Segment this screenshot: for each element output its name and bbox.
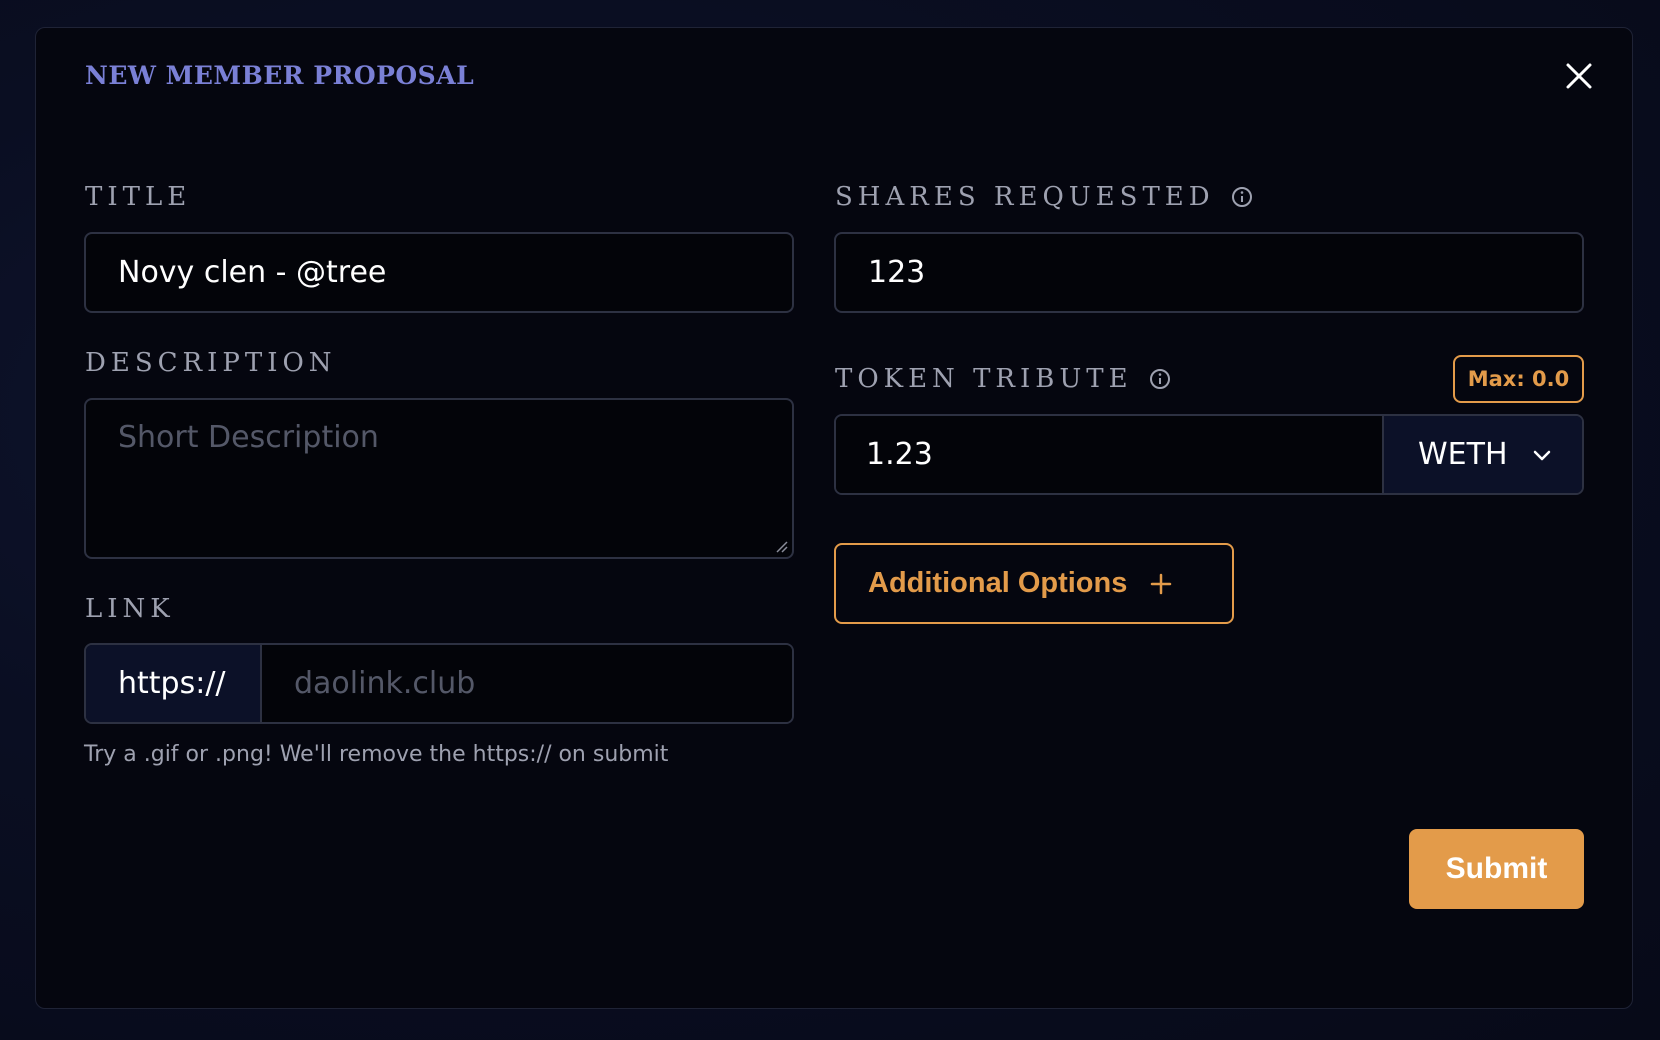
info-icon[interactable] — [1149, 368, 1171, 390]
shares-requested-input[interactable]: 123 — [834, 232, 1584, 313]
link-helper-text: Try a .gif or .png! We'll remove the htt… — [84, 742, 669, 767]
info-icon[interactable] — [1231, 186, 1253, 208]
title-label-text: TITLE — [85, 182, 192, 212]
token-tribute-value: 1.23 — [866, 437, 933, 472]
link-label: LINK — [85, 594, 175, 624]
description-label-text: DESCRIPTION — [85, 348, 337, 378]
token-select-value: WETH — [1418, 437, 1508, 472]
shares-requested-label: SHARES REQUESTED — [835, 182, 1253, 212]
shares-requested-value: 123 — [868, 255, 926, 290]
close-button[interactable] — [1562, 59, 1596, 93]
link-label-text: LINK — [85, 594, 175, 624]
title-input-value: Novy clen - @tree — [118, 255, 387, 290]
description-label: DESCRIPTION — [85, 348, 337, 378]
link-prefix: https:// — [86, 645, 262, 722]
plus-icon — [1149, 572, 1173, 596]
chevron-down-icon — [1530, 443, 1554, 467]
max-tribute-button[interactable]: Max: 0.0 — [1453, 355, 1584, 403]
modal-title: NEW MEMBER PROPOSAL — [85, 61, 475, 90]
additional-options-label: Additional Options — [868, 567, 1128, 599]
link-input-group: https:// daolink.club — [84, 643, 794, 724]
description-placeholder: Short Description — [118, 420, 379, 455]
token-tribute-group: 1.23 WETH — [834, 414, 1584, 495]
token-tribute-label-text: TOKEN TRIBUTE — [835, 364, 1133, 394]
link-placeholder: daolink.club — [294, 666, 476, 701]
shares-requested-label-text: SHARES REQUESTED — [835, 182, 1215, 212]
description-textarea[interactable]: Short Description — [84, 398, 794, 559]
title-input[interactable]: Novy clen - @tree — [84, 232, 794, 313]
title-label: TITLE — [85, 182, 191, 212]
token-tribute-input[interactable]: 1.23 — [836, 416, 1382, 493]
resize-grip-icon[interactable] — [774, 539, 788, 553]
additional-options-button[interactable]: Additional Options — [834, 543, 1234, 624]
token-select[interactable]: WETH — [1382, 416, 1582, 493]
token-tribute-label: TOKEN TRIBUTE — [835, 364, 1171, 394]
close-icon — [1562, 59, 1596, 93]
link-input[interactable]: daolink.club — [262, 645, 792, 722]
new-member-proposal-modal: NEW MEMBER PROPOSAL TITLE Novy clen - @t… — [35, 27, 1633, 1009]
submit-button[interactable]: Submit — [1409, 829, 1584, 909]
